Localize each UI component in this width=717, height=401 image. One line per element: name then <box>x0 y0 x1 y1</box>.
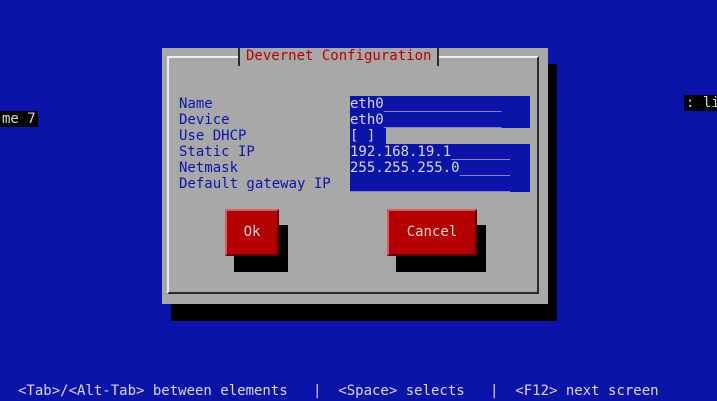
gateway-label: Default gateway IP <box>179 176 331 192</box>
background-text-left: me 7 <box>0 111 38 127</box>
device-input[interactable]: eth0______________ <box>350 112 530 128</box>
configuration-dialog: Devernet Configuration Name eth0________… <box>162 48 548 304</box>
help-bar: <Tab>/<Alt-Tab> between elements | <Spac… <box>18 383 659 399</box>
dialog-title: Devernet Configuration <box>238 48 440 66</box>
static-ip-label: Static IP <box>179 144 255 160</box>
terminal-screen: me 7 : li Devernet Configuration Name et… <box>0 0 717 401</box>
netmask-label: Netmask <box>179 160 239 176</box>
cancel-button[interactable]: Cancel <box>387 209 477 256</box>
device-label: Device <box>179 112 230 128</box>
name-label: Name <box>179 96 213 112</box>
background-text-right: : li <box>684 95 717 111</box>
netmask-input[interactable]: 255.255.255.0______ <box>350 160 530 176</box>
static-ip-input[interactable]: 192.168.19.1_______ <box>350 144 530 160</box>
ok-button[interactable]: Ok <box>225 209 279 256</box>
use-dhcp-checkbox[interactable]: [ ] <box>350 128 386 144</box>
gateway-input[interactable]: ___________________ <box>350 176 530 192</box>
use-dhcp-label: Use DHCP <box>179 128 247 144</box>
name-input[interactable]: eth0______________ <box>350 96 530 112</box>
